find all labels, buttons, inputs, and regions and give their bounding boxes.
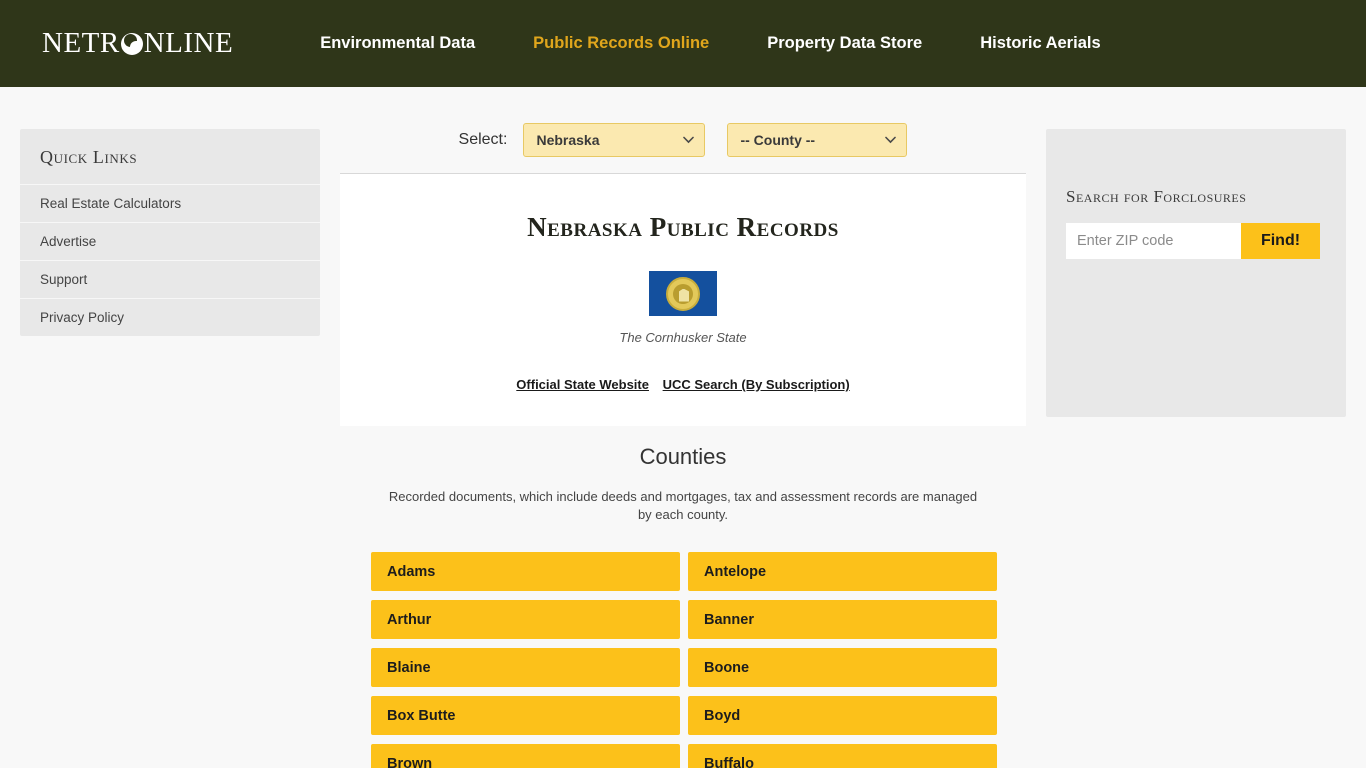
main-navigation: Environmental Data Public Records Online… — [291, 34, 1129, 53]
quick-links-sidebar: Quick Links Real Estate Calculators Adve… — [20, 129, 320, 336]
state-info-card: Nebraska Public Records The Cornhusker S… — [340, 173, 1026, 426]
county-button-antelope[interactable]: Antelope — [688, 552, 997, 592]
foreclosure-search-panel: Search for Forclosures Find! — [1046, 129, 1346, 417]
county-select-wrapper: -- County -- — [727, 123, 908, 157]
sidebar-item-real-estate-calculators[interactable]: Real Estate Calculators — [20, 184, 320, 222]
nav-item-public-records-online[interactable]: Public Records Online — [504, 34, 738, 53]
sidebar-item-support[interactable]: Support — [20, 260, 320, 298]
counties-section: Counties Recorded documents, which inclu… — [340, 426, 1026, 523]
county-grid: Adams Antelope Arthur Banner Blaine Boon… — [340, 523, 1026, 768]
state-county-select-bar: Select: Nebraska -- County -- — [340, 87, 1026, 173]
foreclosure-search-form: Find! — [1066, 223, 1326, 259]
county-button-blaine[interactable]: Blaine — [371, 648, 680, 688]
county-button-banner[interactable]: Banner — [688, 600, 997, 640]
county-button-boone[interactable]: Boone — [688, 648, 997, 688]
county-select[interactable]: -- County -- — [727, 123, 908, 157]
state-nickname: The Cornhusker State — [619, 330, 747, 345]
county-button-arthur[interactable]: Arthur — [371, 600, 680, 640]
page-title: Nebraska Public Records — [527, 212, 839, 242]
logo-text-suffix: NLINE — [143, 27, 234, 59]
site-logo[interactable]: NETR NLINE — [42, 29, 233, 58]
find-button[interactable]: Find! — [1241, 223, 1320, 259]
select-label: Select: — [458, 131, 508, 148]
sidebar-item-privacy-policy[interactable]: Privacy Policy — [20, 298, 320, 336]
county-button-adams[interactable]: Adams — [371, 552, 680, 592]
state-links: Official State Website UCC Search (By Su… — [340, 377, 1026, 392]
state-select[interactable]: Nebraska — [523, 123, 706, 157]
counties-title: Counties — [639, 444, 727, 469]
county-button-buffalo[interactable]: Buffalo — [688, 744, 997, 768]
state-seal-icon — [666, 276, 700, 311]
sidebar-item-advertise[interactable]: Advertise — [20, 222, 320, 260]
state-flag-image — [649, 271, 717, 316]
main-content: Select: Nebraska -- County -- Nebraska P… — [340, 87, 1026, 768]
county-button-box-butte[interactable]: Box Butte — [371, 696, 680, 736]
county-button-brown[interactable]: Brown — [371, 744, 680, 768]
county-button-boyd[interactable]: Boyd — [688, 696, 997, 736]
foreclosure-search-title: Search for Forclosures — [1066, 187, 1247, 206]
ucc-search-link[interactable]: UCC Search (By Subscription) — [663, 377, 850, 392]
logo-text-prefix: NETR — [42, 27, 120, 59]
official-state-website-link[interactable]: Official State Website — [516, 377, 649, 392]
quick-links-title: Quick Links — [40, 147, 138, 167]
nav-item-historic-aerials[interactable]: Historic Aerials — [951, 34, 1129, 53]
counties-description: Recorded documents, which include deeds … — [388, 489, 978, 522]
globe-icon — [120, 32, 143, 55]
zip-code-input[interactable] — [1066, 223, 1241, 259]
site-header: NETR NLINE Environmental Data Public Reco… — [0, 0, 1366, 87]
nav-item-property-data-store[interactable]: Property Data Store — [738, 34, 951, 53]
state-select-wrapper: Nebraska — [523, 123, 706, 157]
nav-item-environmental-data[interactable]: Environmental Data — [291, 34, 504, 53]
